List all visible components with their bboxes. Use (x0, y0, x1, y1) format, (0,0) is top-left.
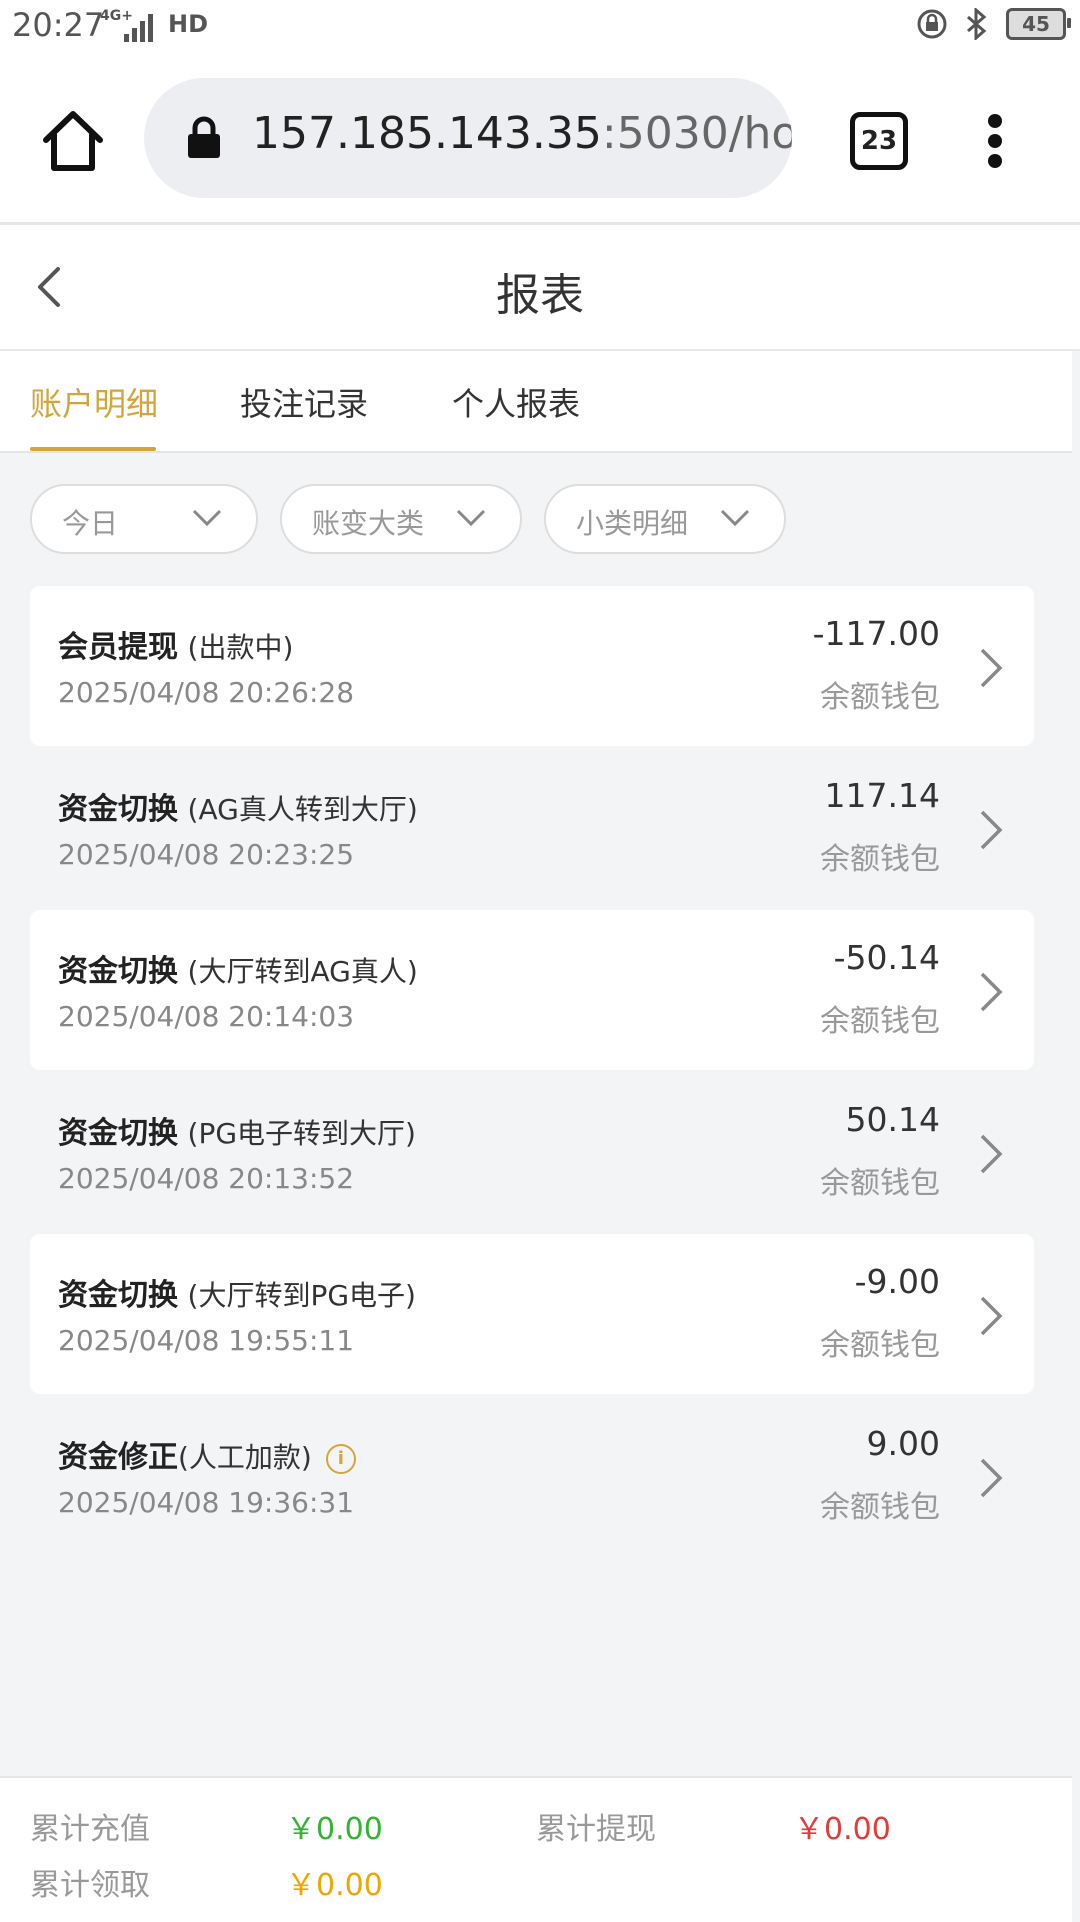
chevron-down-icon (192, 509, 222, 527)
transaction-row[interactable]: 资金切换 (大厅转到AG真人) 2025/04/08 20:14:03 -50.… (30, 910, 1034, 1070)
url-text: 157.185.143.35:5030/home (252, 108, 792, 159)
transaction-datetime: 2025/04/08 20:26:28 (58, 676, 355, 709)
tab-count: 23 (860, 126, 898, 156)
signal-icon (124, 14, 153, 42)
transaction-wallet: 余额钱包 (820, 1166, 940, 1201)
transaction-amount: 50.14 (845, 1100, 940, 1139)
transaction-wallet: 余额钱包 (820, 1490, 940, 1525)
transaction-type: 资金切换 (58, 1278, 178, 1313)
address-bar[interactable]: 157.185.143.35:5030/home (144, 78, 792, 198)
transaction-type: 资金切换 (58, 792, 178, 827)
battery-icon: 45 (1006, 8, 1071, 40)
transaction-detail: (PG电子转到大厅) (187, 1117, 416, 1150)
tab-switcher-button[interactable]: 23 (850, 112, 908, 170)
transaction-detail: (大厅转到PG电子) (187, 1279, 416, 1312)
transaction-wallet: 余额钱包 (820, 1328, 940, 1363)
status-time: 20:27 (12, 6, 105, 44)
tab-personal-report[interactable]: 个人报表 (452, 379, 580, 425)
transaction-detail: (出款中) (187, 631, 294, 664)
active-tab-indicator (30, 447, 156, 451)
total-claim-label: 累计领取 (30, 1868, 150, 1903)
browser-toolbar: 157.185.143.35:5030/home 23 (0, 56, 1080, 225)
transaction-amount: -117.00 (812, 614, 940, 653)
transaction-title: 资金切换 (大厅转到AG真人) (58, 946, 418, 990)
transaction-datetime: 2025/04/08 20:13:52 (58, 1162, 355, 1195)
category-filter-dropdown[interactable]: 账变大类 (280, 484, 522, 554)
chevron-right-icon (980, 1296, 1003, 1336)
transaction-datetime: 2025/04/08 19:36:31 (58, 1486, 355, 1519)
hd-icon: HD (168, 10, 209, 38)
transaction-datetime: 2025/04/08 20:23:25 (58, 838, 355, 871)
transaction-type: 资金切换 (58, 954, 178, 989)
transaction-detail: (大厅转到AG真人) (187, 955, 418, 988)
chevron-right-icon (980, 1134, 1003, 1174)
transaction-wallet: 余额钱包 (820, 1004, 940, 1039)
home-icon[interactable] (40, 108, 106, 174)
transaction-title: 资金切换 (AG真人转到大厅) (58, 784, 418, 828)
transaction-detail: (人工加款) (178, 1441, 312, 1474)
transaction-datetime: 2025/04/08 20:14:03 (58, 1000, 355, 1033)
battery-level: 45 (1022, 12, 1050, 36)
transaction-row[interactable]: 资金切换 (大厅转到PG电子) 2025/04/08 19:55:11 -9.0… (30, 1234, 1034, 1394)
transaction-type: 资金修正 (58, 1440, 178, 1475)
transaction-title: 资金切换 (PG电子转到大厅) (58, 1108, 416, 1152)
chevron-right-icon (980, 972, 1003, 1012)
total-deposit-value: ￥0.00 (286, 1812, 383, 1847)
date-filter-label: 今日 (62, 507, 119, 540)
transaction-row[interactable]: 会员提现 (出款中) 2025/04/08 20:26:28 -117.00 余… (30, 586, 1034, 746)
total-claim-value: ￥0.00 (286, 1868, 383, 1903)
category-filter-label: 账变大类 (312, 507, 425, 540)
lock-icon (188, 116, 220, 158)
date-filter-dropdown[interactable]: 今日 (30, 484, 258, 554)
transaction-row[interactable]: 资金切换 (AG真人转到大厅) 2025/04/08 20:23:25 117.… (30, 748, 1034, 908)
transaction-title: 会员提现 (出款中) (58, 622, 293, 666)
transaction-type: 资金切换 (58, 1116, 178, 1151)
chevron-right-icon (980, 648, 1003, 688)
info-icon[interactable]: i (325, 1443, 356, 1474)
report-tabs: 账户明细 投注记录 个人报表 (0, 351, 1072, 453)
transaction-wallet: 余额钱包 (820, 842, 940, 877)
transaction-amount: 117.14 (824, 776, 940, 815)
transaction-type: 会员提现 (58, 630, 178, 665)
tab-bet-records[interactable]: 投注记录 (240, 379, 368, 425)
summary-footer: 累计充值 ￥0.00 累计提现 ￥0.00 累计领取 ￥0.00 (0, 1776, 1072, 1922)
more-menu-icon[interactable] (988, 114, 1002, 168)
transaction-amount: 9.00 (866, 1424, 940, 1463)
transaction-amount: -9.00 (854, 1262, 940, 1301)
transaction-detail: (AG真人转到大厅) (187, 793, 418, 826)
total-deposit-label: 累计充值 (30, 1812, 150, 1847)
transaction-wallet: 余额钱包 (820, 680, 940, 715)
transaction-title: 资金修正(人工加款) i (58, 1432, 356, 1476)
transaction-amount: -50.14 (833, 938, 940, 977)
chevron-down-icon (456, 509, 486, 527)
url-path: :5030/home (601, 108, 792, 159)
transaction-row[interactable]: 资金修正(人工加款) i 2025/04/08 19:36:31 9.00 余额钱… (30, 1396, 1034, 1556)
bluetooth-icon (967, 8, 987, 40)
subcategory-filter-dropdown[interactable]: 小类明细 (544, 484, 786, 554)
url-host: 157.185.143.35 (252, 108, 602, 159)
subcategory-filter-label: 小类明细 (576, 507, 689, 540)
transaction-title: 资金切换 (大厅转到PG电子) (58, 1270, 416, 1314)
total-withdraw-value: ￥0.00 (794, 1812, 891, 1847)
page-header: 报表 (0, 225, 1080, 351)
chevron-right-icon (980, 1458, 1003, 1498)
tab-account-details[interactable]: 账户明细 (30, 379, 158, 425)
page-title: 报表 (496, 270, 584, 321)
total-withdraw-label: 累计提现 (536, 1812, 656, 1847)
chevron-right-icon (980, 810, 1003, 850)
status-bar: 20:27 4G+ HD 45 (0, 0, 1080, 56)
transaction-datetime: 2025/04/08 19:55:11 (58, 1324, 355, 1357)
chevron-down-icon (720, 509, 750, 527)
transaction-row[interactable]: 资金切换 (PG电子转到大厅) 2025/04/08 20:13:52 50.1… (30, 1072, 1034, 1232)
rotation-lock-icon (917, 9, 947, 39)
